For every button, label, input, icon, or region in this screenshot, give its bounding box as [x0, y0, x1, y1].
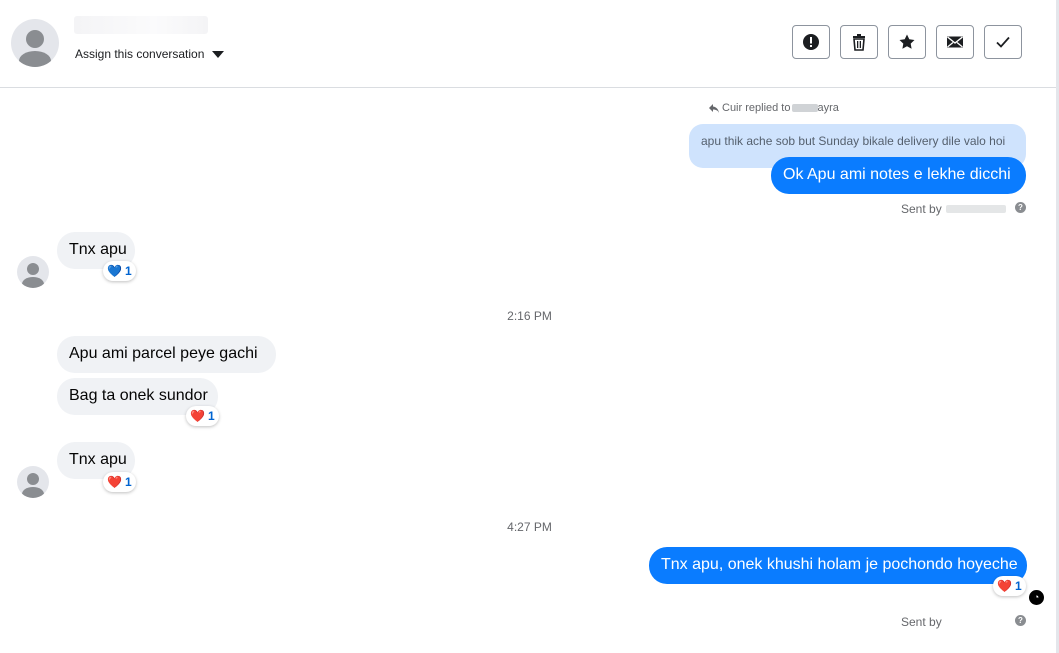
sent-by-label: Sent by: [901, 615, 942, 629]
reaction-badge[interactable]: 💙 1: [103, 261, 136, 281]
conversation-header: Assign this conversation: [0, 0, 1056, 88]
heart-icon: ❤️: [997, 579, 1012, 593]
report-button[interactable]: [792, 25, 830, 59]
redacted-name: [792, 104, 819, 112]
trash-icon: [853, 34, 865, 51]
alert-icon: [803, 34, 819, 50]
reply-note-suffix: ayra: [817, 102, 839, 114]
reaction-count: 1: [1014, 579, 1022, 593]
help-icon[interactable]: ?: [1015, 202, 1026, 213]
envelope-icon: [947, 36, 963, 48]
blue-heart-icon: 💙: [107, 264, 122, 278]
assign-label: Assign this conversation: [75, 47, 205, 61]
reply-note: Cuir replied to ayra: [708, 102, 839, 114]
assign-conversation-dropdown[interactable]: Assign this conversation: [75, 47, 225, 61]
reaction-badge[interactable]: ❤️ 1: [186, 406, 219, 426]
mark-unread-button[interactable]: [936, 25, 974, 59]
reaction-badge[interactable]: ❤️ 1: [993, 576, 1026, 596]
delete-button[interactable]: [840, 25, 878, 59]
check-icon: [996, 36, 1010, 48]
contact-name-redacted: [74, 16, 208, 34]
sender-avatar[interactable]: [17, 256, 49, 288]
incoming-message[interactable]: Apu ami parcel peye gachi: [57, 336, 276, 373]
help-icon[interactable]: ?: [1015, 615, 1026, 626]
outgoing-message[interactable]: Tnx apu, onek khushi holam je pochondo h…: [649, 547, 1027, 584]
reaction-count: 1: [124, 264, 132, 278]
caret-down-icon: [212, 50, 225, 58]
reaction-count: 1: [207, 409, 215, 423]
mark-done-button[interactable]: [984, 25, 1022, 59]
sent-by-label: Sent by: [901, 202, 942, 216]
heart-icon: ❤️: [190, 409, 205, 423]
timestamp: 4:27 PM: [507, 520, 552, 534]
reaction-count: 1: [124, 475, 132, 489]
heart-icon: ❤️: [107, 475, 122, 489]
timestamp: 2:16 PM: [507, 309, 552, 323]
star-icon: [899, 34, 915, 49]
sent-by: Sent by: [901, 615, 942, 629]
sender-avatar[interactable]: [17, 466, 49, 498]
reaction-badge[interactable]: ❤️ 1: [103, 472, 136, 492]
contact-avatar[interactable]: [11, 19, 59, 67]
seen-indicator: ◔: [1029, 590, 1044, 605]
reply-note-prefix: Cuir replied to: [722, 102, 791, 114]
redacted-sender: [945, 205, 1006, 213]
star-button[interactable]: [888, 25, 926, 59]
sent-by: Sent by: [901, 202, 1006, 216]
reply-arrow-icon: [709, 103, 719, 113]
outgoing-message[interactable]: Ok Apu ami notes e lekhe dicchi: [771, 157, 1026, 194]
